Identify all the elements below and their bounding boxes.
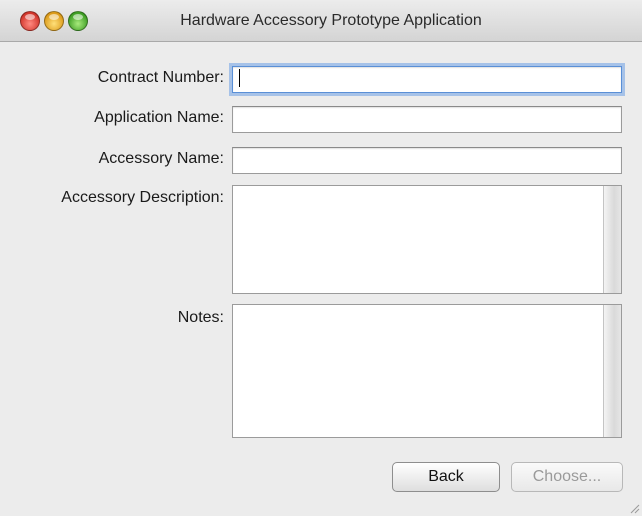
- accessory-name-field[interactable]: [232, 147, 622, 174]
- resize-grip-icon[interactable]: [628, 502, 640, 514]
- accessory-description-textarea[interactable]: [232, 185, 622, 294]
- back-button[interactable]: Back: [392, 462, 500, 492]
- accessory-description-scrollbar[interactable]: [603, 186, 621, 293]
- accessory-name-label: Accessory Name:: [98, 150, 224, 167]
- choose-button[interactable]: Choose...: [511, 462, 623, 492]
- application-name-field[interactable]: [232, 106, 622, 133]
- notes-scrollbar[interactable]: [603, 305, 621, 437]
- accessory-description-label: Accessory Description:: [61, 189, 224, 206]
- app-window: Hardware Accessory Prototype Application…: [0, 0, 642, 516]
- contract-number-label: Contract Number:: [97, 69, 224, 86]
- window-title: Hardware Accessory Prototype Application: [180, 12, 482, 29]
- contract-number-field[interactable]: [232, 66, 622, 93]
- title-bar[interactable]: Hardware Accessory Prototype Application: [0, 0, 642, 42]
- text-caret: [239, 69, 240, 87]
- notes-textarea[interactable]: [232, 304, 622, 438]
- application-name-label: Application Name:: [94, 109, 224, 126]
- notes-label: Notes:: [177, 309, 224, 326]
